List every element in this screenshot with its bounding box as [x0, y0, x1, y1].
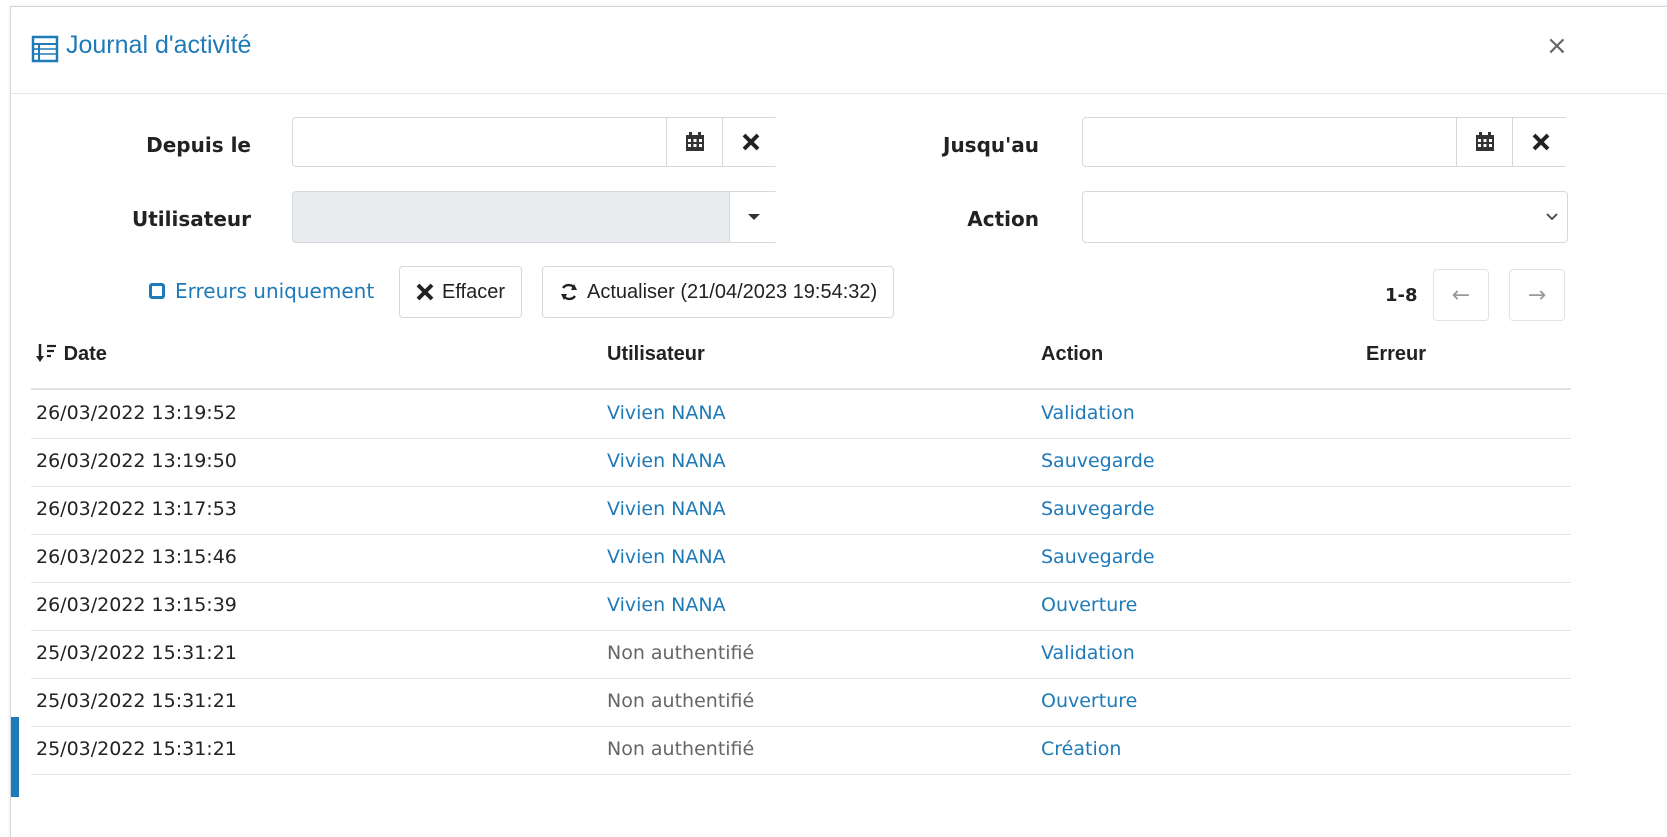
- times-icon: [742, 133, 760, 151]
- close-icon[interactable]: ×: [1546, 31, 1568, 61]
- column-header-error[interactable]: Erreur: [1366, 343, 1426, 366]
- dialog-header: Journal d'activité ×: [11, 7, 1667, 94]
- user-dropdown-button[interactable]: [729, 192, 778, 242]
- column-header-date[interactable]: Date: [36, 343, 107, 366]
- cell-user[interactable]: Vivien NANA: [607, 546, 726, 568]
- table-row[interactable]: 25/03/2022 15:31:21 Non authentifié Créa…: [31, 726, 1571, 775]
- chevron-down-icon: [1546, 213, 1558, 221]
- left-accent-bar: [11, 717, 19, 797]
- table-row[interactable]: 26/03/2022 13:15:46 Vivien NANA Sauvegar…: [31, 534, 1571, 583]
- table-row[interactable]: 26/03/2022 13:17:53 Vivien NANA Sauvegar…: [31, 486, 1571, 535]
- cell-user[interactable]: Vivien NANA: [607, 498, 726, 520]
- sort-down-icon: [36, 344, 56, 362]
- cell-action[interactable]: Validation: [1041, 642, 1135, 664]
- cell-user: Non authentifié: [607, 642, 755, 664]
- times-icon: [1532, 133, 1550, 151]
- clear-button-label: Effacer: [442, 280, 505, 303]
- refresh-icon: [561, 283, 577, 301]
- cell-action[interactable]: Sauvegarde: [1041, 498, 1155, 520]
- cell-user[interactable]: Vivien NANA: [607, 594, 726, 616]
- dialog-title: Journal d'activité: [66, 31, 252, 59]
- from-date-field: [292, 117, 779, 167]
- next-page-button[interactable]: →: [1509, 269, 1565, 321]
- to-calendar-button[interactable]: [1456, 118, 1513, 166]
- cell-action[interactable]: Ouverture: [1041, 594, 1137, 616]
- column-header-date-label: Date: [63, 343, 107, 365]
- activity-log-dialog: Journal d'activité × Depuis le Jusqu'au …: [10, 6, 1667, 837]
- action-label: Action: [967, 207, 1039, 231]
- cell-date: 26/03/2022 13:15:39: [36, 594, 237, 616]
- prev-page-button[interactable]: ←: [1433, 269, 1489, 321]
- table-row[interactable]: 25/03/2022 15:31:21 Non authentifié Vali…: [31, 630, 1571, 679]
- refresh-button[interactable]: Actualiser (21/04/2023 19:54:32): [542, 266, 895, 318]
- cell-user[interactable]: Vivien NANA: [607, 402, 726, 424]
- errors-only-label: Erreurs uniquement: [175, 279, 375, 303]
- calendar-icon: [686, 132, 704, 151]
- cell-action[interactable]: Sauvegarde: [1041, 450, 1155, 472]
- cell-date: 26/03/2022 13:17:53: [36, 498, 237, 520]
- cell-action[interactable]: Ouverture: [1041, 690, 1137, 712]
- action-select[interactable]: [1082, 191, 1568, 243]
- from-date-label: Depuis le: [146, 133, 251, 157]
- column-header-user[interactable]: Utilisateur: [607, 343, 705, 366]
- table-row[interactable]: 25/03/2022 15:31:21 Non authentifié Ouve…: [31, 678, 1571, 727]
- calendar-icon: [1476, 132, 1494, 151]
- cell-action[interactable]: Sauvegarde: [1041, 546, 1155, 568]
- checkbox-icon[interactable]: [149, 283, 165, 299]
- to-date-label: Jusqu'au: [943, 133, 1039, 157]
- cell-date: 25/03/2022 15:31:21: [36, 690, 237, 712]
- cell-user[interactable]: Vivien NANA: [607, 450, 726, 472]
- caret-down-icon: [748, 214, 760, 220]
- table-list-icon: [31, 35, 59, 63]
- errors-only-toggle[interactable]: Erreurs uniquement: [149, 279, 374, 303]
- cell-user: Non authentifié: [607, 690, 755, 712]
- cell-date: 25/03/2022 15:31:21: [36, 738, 237, 760]
- table-row[interactable]: 26/03/2022 13:19:52 Vivien NANA Validati…: [31, 390, 1571, 439]
- arrow-left-icon: ←: [1451, 282, 1471, 308]
- table-row[interactable]: 26/03/2022 13:15:39 Vivien NANA Ouvertur…: [31, 582, 1571, 631]
- user-select[interactable]: [292, 191, 778, 243]
- cell-action[interactable]: Création: [1041, 738, 1121, 760]
- pagination-range: 1-8: [1385, 285, 1418, 306]
- cell-date: 26/03/2022 13:15:46: [36, 546, 237, 568]
- cell-action[interactable]: Validation: [1041, 402, 1135, 424]
- cell-user: Non authentifié: [607, 738, 755, 760]
- cell-date: 26/03/2022 13:19:50: [36, 450, 237, 472]
- table-row[interactable]: 26/03/2022 13:19:50 Vivien NANA Sauvegar…: [31, 438, 1571, 487]
- arrow-right-icon: →: [1527, 282, 1547, 308]
- times-icon: [416, 283, 434, 301]
- from-clear-button[interactable]: [722, 118, 779, 166]
- user-label: Utilisateur: [132, 207, 251, 231]
- from-calendar-button[interactable]: [666, 118, 723, 166]
- refresh-button-label: Actualiser (21/04/2023 19:54:32): [587, 280, 878, 303]
- clear-button[interactable]: Effacer: [399, 266, 522, 318]
- to-date-field: [1082, 117, 1569, 167]
- to-clear-button[interactable]: [1512, 118, 1569, 166]
- cell-date: 26/03/2022 13:19:52: [36, 402, 237, 424]
- column-header-action[interactable]: Action: [1041, 343, 1103, 366]
- cell-date: 25/03/2022 15:31:21: [36, 642, 237, 664]
